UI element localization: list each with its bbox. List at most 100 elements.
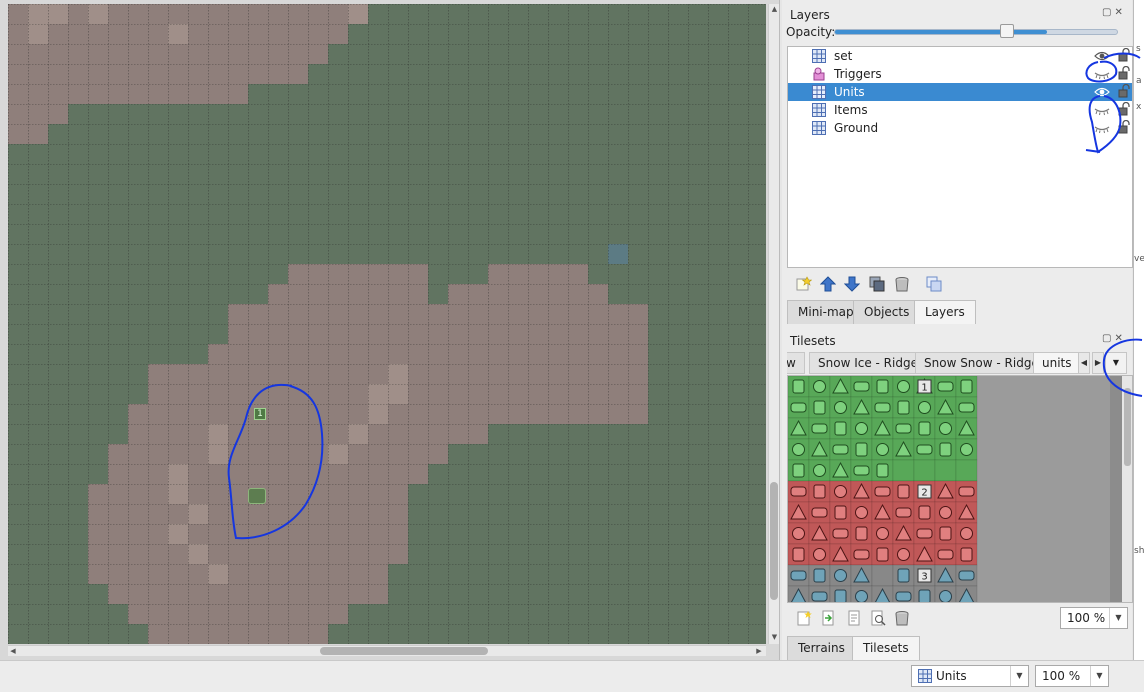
- unit-marker-label: 1: [257, 409, 263, 419]
- export-tileset-icon[interactable]: [844, 608, 864, 628]
- layer-properties-icon[interactable]: [924, 274, 944, 294]
- scroll-right-icon[interactable]: ▶: [754, 646, 764, 657]
- tile-layer-icon: [812, 103, 826, 117]
- import-tileset-icon[interactable]: [818, 608, 838, 628]
- dock-tabs-bottom: Terrains Tilesets: [787, 636, 1132, 660]
- layer-name: Units: [834, 85, 865, 99]
- duplicate-layer-icon[interactable]: [867, 274, 887, 294]
- eye-icon[interactable]: [1094, 85, 1110, 99]
- tab-terrains[interactable]: Terrains: [787, 636, 856, 660]
- tileset-group-label: 1: [921, 383, 927, 394]
- delete-tileset-icon[interactable]: [892, 608, 912, 628]
- tile-layer-icon: [812, 85, 826, 99]
- map-vscroll-thumb[interactable]: [770, 482, 778, 600]
- opacity-slider[interactable]: [834, 29, 1118, 35]
- layer-combo-value: Units: [936, 669, 967, 683]
- add-layer-icon[interactable]: [794, 274, 814, 294]
- tileset-tabs: w Snow Ice - Ridge Snow Snow - Ridge uni…: [787, 352, 1105, 374]
- scroll-up-icon[interactable]: ▲: [769, 4, 780, 14]
- background-window-edge: s a x ve sh: [1133, 0, 1144, 660]
- layer-row-items[interactable]: Items: [788, 101, 1132, 119]
- edge-text: sh: [1134, 546, 1144, 556]
- lock-icon[interactable]: [1118, 84, 1130, 99]
- eye-icon[interactable]: [1094, 49, 1110, 63]
- map-horizontal-scrollbar[interactable]: ◀ ▶: [8, 645, 766, 656]
- layer-combo[interactable]: Units ▼: [911, 665, 1029, 687]
- tileset-tab-units[interactable]: units: [1033, 352, 1081, 374]
- move-up-icon[interactable]: [818, 274, 838, 294]
- map-canvas[interactable]: 1: [8, 4, 766, 644]
- layer-name: set: [834, 49, 853, 63]
- tab-prev-icon[interactable]: ◀: [1078, 352, 1090, 374]
- lock-icon[interactable]: [1118, 102, 1130, 117]
- layer-row-set[interactable]: set: [788, 47, 1132, 65]
- map-vertical-scrollbar[interactable]: ▲ ▼: [768, 4, 779, 644]
- zoom-combo[interactable]: 100 % ▼: [1035, 665, 1109, 687]
- unit-marker-1[interactable]: 1: [254, 408, 266, 420]
- layer-row-units[interactable]: Units: [788, 83, 1132, 101]
- opacity-slider-fill: [835, 30, 1047, 34]
- tileset-properties-icon[interactable]: [868, 608, 888, 628]
- scroll-down-icon[interactable]: ▼: [769, 632, 780, 642]
- tileset-zoom-value: 100 %: [1067, 611, 1106, 625]
- map-view[interactable]: 1 ▲ ▼ ◀ ▶: [0, 0, 780, 660]
- map-tiles[interactable]: [8, 4, 766, 644]
- zoom-combo-value: 100 %: [1042, 669, 1081, 683]
- close-icon[interactable]: ✕: [1114, 7, 1125, 18]
- tilesets-panel-title: Tilesets: [790, 334, 836, 348]
- tileset-zoom-combo[interactable]: 100 % ▼: [1060, 607, 1128, 629]
- tab-layers[interactable]: Layers: [914, 300, 976, 324]
- tile-layer-icon: [918, 669, 932, 683]
- tab-next-icon[interactable]: ▶: [1092, 352, 1104, 374]
- close-icon[interactable]: ✕: [1114, 333, 1125, 344]
- tileset-grid[interactable]: 1 2 3: [788, 376, 1122, 602]
- tileset-tab-snow-snow-ridge[interactable]: Snow Snow - Ridge: [915, 352, 1048, 374]
- opacity-label: Opacity:: [786, 25, 836, 39]
- opacity-slider-handle[interactable]: [1000, 24, 1014, 38]
- edge-text: s: [1136, 44, 1141, 54]
- layer-row-triggers[interactable]: Triggers: [788, 65, 1132, 83]
- lock-icon[interactable]: [1118, 48, 1130, 63]
- chevron-down-icon: ▼: [1112, 358, 1120, 367]
- new-tileset-icon[interactable]: [794, 608, 814, 628]
- layers-dock-buttons: ▢✕: [1102, 7, 1126, 18]
- dock-tabs-top: Mini-map Objects Layers: [787, 300, 1132, 324]
- editor-window: 1 ▲ ▼ ◀ ▶ Layers ▢✕ Opacity: set Triggers…: [0, 0, 1144, 692]
- layer-name: Items: [834, 103, 868, 117]
- edge-text: x: [1136, 102, 1142, 112]
- scroll-left-icon[interactable]: ◀: [8, 646, 18, 657]
- lock-icon[interactable]: [1118, 120, 1130, 135]
- float-icon[interactable]: ▢: [1102, 333, 1114, 344]
- chevron-down-icon[interactable]: ▼: [1010, 666, 1028, 686]
- tileset-view[interactable]: 1 2 3: [787, 375, 1133, 603]
- tileset-tab-snow-ice-ridge[interactable]: Snow Ice - Ridge: [809, 352, 927, 374]
- layer-row-ground[interactable]: Ground: [788, 119, 1132, 137]
- tileset-menu-button[interactable]: ▼: [1105, 352, 1127, 374]
- chevron-down-icon[interactable]: ▼: [1109, 608, 1127, 628]
- tab-tilesets[interactable]: Tilesets: [852, 636, 920, 660]
- object-layer-icon: [813, 67, 825, 81]
- layer-list[interactable]: set Triggers Units Items Ground: [787, 46, 1133, 268]
- eye-closed-icon[interactable]: [1094, 103, 1110, 117]
- layers-panel-title: Layers: [790, 8, 830, 22]
- unit-tank[interactable]: [248, 488, 266, 504]
- delete-layer-icon[interactable]: [892, 274, 912, 294]
- move-down-icon[interactable]: [842, 274, 862, 294]
- tilesets-dock-buttons: ▢✕: [1102, 333, 1126, 344]
- tab-objects[interactable]: Objects: [853, 300, 921, 324]
- tileset-tab-w[interactable]: w: [787, 352, 805, 374]
- chevron-down-icon[interactable]: ▼: [1090, 666, 1108, 686]
- eye-closed-icon[interactable]: [1094, 121, 1110, 135]
- side-dock: Layers ▢✕ Opacity: set Triggers Units Items…: [782, 0, 1133, 660]
- eye-closed-icon[interactable]: [1094, 67, 1110, 81]
- tileset-scroll-thumb[interactable]: [1124, 388, 1131, 466]
- lock-icon[interactable]: [1118, 66, 1130, 81]
- tileset-group-label: 3: [921, 572, 927, 583]
- edge-text: a: [1136, 76, 1142, 86]
- float-icon[interactable]: ▢: [1102, 7, 1114, 18]
- tile-layer-icon: [812, 121, 826, 135]
- tileset-group-label: 2: [921, 488, 927, 499]
- map-hscroll-thumb[interactable]: [320, 647, 488, 655]
- tileset-scrollbar[interactable]: [1122, 376, 1132, 602]
- tile-layer-icon: [812, 49, 826, 63]
